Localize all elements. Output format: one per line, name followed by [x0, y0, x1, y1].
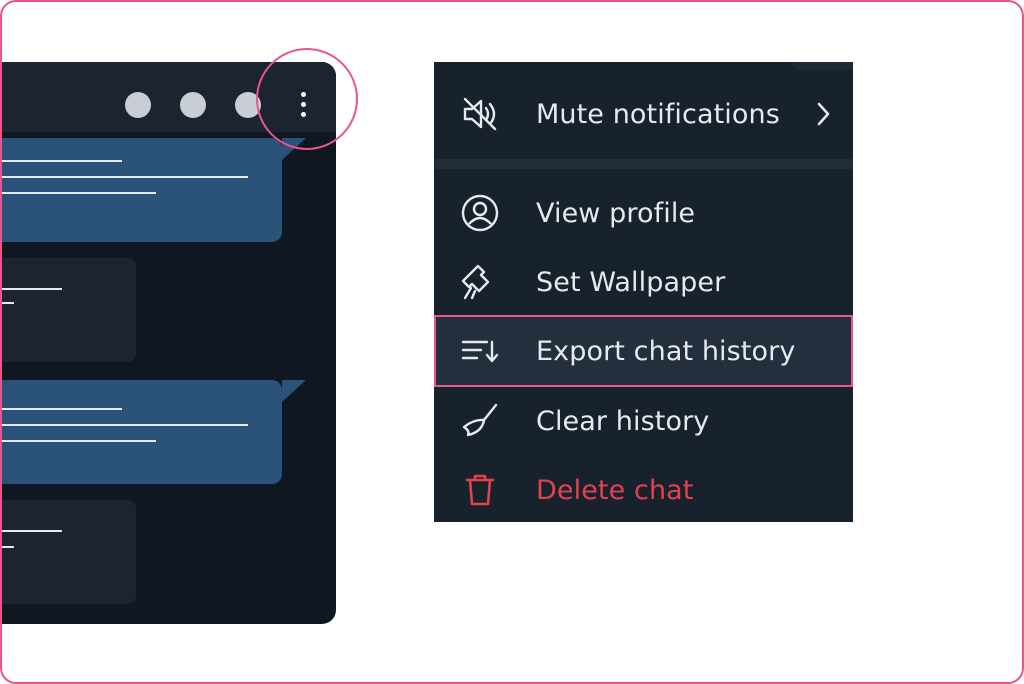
highlight-circle — [256, 48, 358, 150]
incoming-message-bubble — [2, 258, 136, 362]
menu-item-label: Delete chat — [536, 474, 694, 506]
menu-item-delete-chat[interactable]: Delete chat — [434, 460, 853, 520]
menu-item-label: Clear history — [536, 405, 710, 437]
outgoing-message-bubble — [2, 138, 306, 242]
user-circle-icon — [460, 193, 500, 233]
menu-item-label: View profile — [536, 197, 696, 229]
chat-context-menu: Mute notifications View profile Set Wall… — [434, 62, 853, 522]
menu-item-clear-history[interactable]: Clear history — [434, 391, 853, 451]
circle-icon[interactable] — [125, 92, 151, 118]
menu-item-export-chat-history[interactable]: Export chat history — [434, 315, 853, 387]
screenshot-frame: Mute notifications View profile Set Wall… — [0, 0, 1024, 684]
chat-window — [2, 62, 336, 624]
menu-item-view-profile[interactable]: View profile — [434, 183, 853, 243]
export-list-icon — [460, 331, 500, 371]
menu-item-label: Mute notifications — [536, 98, 780, 130]
incoming-message-bubble — [2, 500, 136, 604]
menu-item-label: Set Wallpaper — [536, 266, 726, 298]
chevron-right-icon — [813, 101, 833, 127]
bell-off-icon — [460, 94, 500, 134]
menu-item-label: Export chat history — [536, 335, 796, 367]
broom-icon — [460, 401, 500, 441]
paint-brush-icon — [460, 262, 500, 302]
menu-separator — [434, 159, 853, 169]
circle-icon[interactable] — [180, 92, 206, 118]
menu-item-set-wallpaper[interactable]: Set Wallpaper — [434, 252, 853, 312]
trash-icon — [460, 470, 500, 510]
menu-item-mute-notifications[interactable]: Mute notifications — [434, 84, 853, 144]
outgoing-message-bubble — [2, 380, 306, 484]
